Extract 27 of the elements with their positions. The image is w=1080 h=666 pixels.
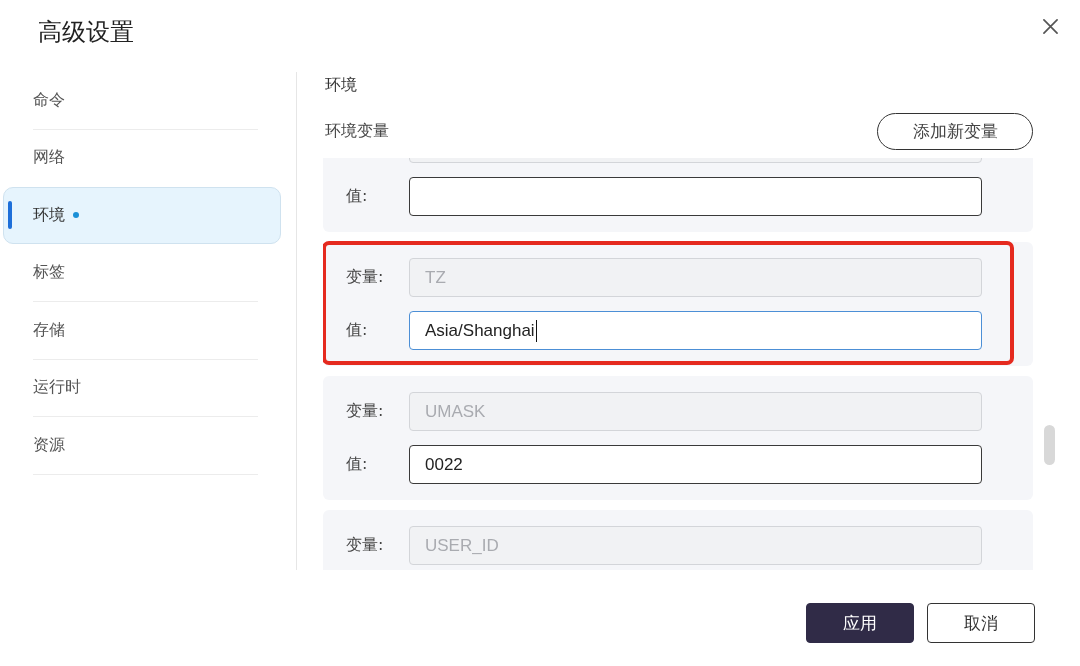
text-field[interactable]: 0022: [409, 445, 982, 484]
field-label: 变量:: [346, 401, 385, 422]
sidebar-item[interactable]: 环境: [3, 187, 281, 244]
dialog-title: 高级设置: [37, 17, 134, 48]
selection-bar-icon: [8, 201, 12, 229]
text-field[interactable]: Asia/Shanghai: [409, 311, 982, 350]
field-label: 值:: [346, 186, 369, 207]
sidebar-item[interactable]: 运行时: [3, 359, 281, 416]
close-button[interactable]: [1043, 19, 1058, 34]
text-cursor-icon: [535, 319, 538, 342]
field-label: 值:: [346, 454, 369, 475]
scrollbar-thumb[interactable]: [1044, 425, 1055, 465]
field-label: 变量:: [346, 535, 385, 556]
sidebar-item[interactable]: 命令: [3, 72, 281, 129]
sidebar-item[interactable]: 标签: [3, 244, 281, 301]
section-subtitle: 环境变量: [324, 120, 389, 142]
text-field[interactable]: [409, 177, 982, 216]
close-icon: [1043, 19, 1058, 34]
field-label: 值:: [346, 320, 369, 341]
sidebar-item[interactable]: 网络: [3, 129, 281, 186]
section-title: 环境: [324, 74, 358, 96]
apply-button[interactable]: 应用: [806, 603, 914, 643]
field-label: 变量:: [346, 267, 385, 288]
cancel-button[interactable]: 取消: [927, 603, 1035, 643]
add-variable-button[interactable]: 添加新变量: [877, 112, 1033, 150]
sidebar-item[interactable]: 存储: [3, 302, 281, 359]
sidebar-item[interactable]: 资源: [3, 417, 281, 474]
